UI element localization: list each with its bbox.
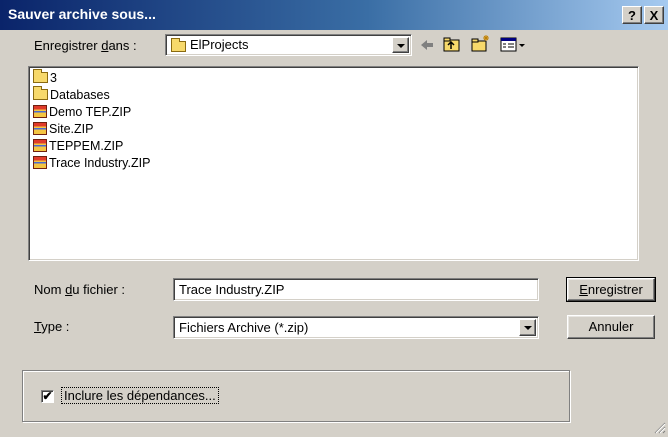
chevron-down-icon[interactable] [519, 319, 536, 336]
back-arrow-icon[interactable] [418, 36, 436, 54]
type-label: Type : [34, 319, 70, 334]
save-in-value: ElProjects [190, 37, 249, 52]
folder-icon [33, 69, 48, 83]
view-menu-icon[interactable] [500, 36, 526, 54]
list-item[interactable]: Demo TEP.ZIP [33, 104, 131, 120]
new-folder-icon[interactable] [470, 33, 492, 55]
chevron-down-icon[interactable] [392, 37, 409, 53]
close-button[interactable]: X [644, 6, 664, 24]
window-title: Sauver archive sous... [8, 6, 156, 22]
save-button[interactable]: Enregistrer [566, 277, 656, 302]
zip-archive-icon [33, 156, 47, 169]
filename-label: Nom du fichier : [34, 282, 126, 297]
cancel-button[interactable]: Annuler [567, 315, 655, 339]
help-button[interactable]: ? [622, 6, 642, 24]
type-value: Fichiers Archive (*.zip) [179, 320, 309, 335]
zip-archive-icon [33, 105, 47, 118]
filename-value: Trace Industry.ZIP [179, 282, 285, 297]
zip-archive-icon [33, 139, 47, 152]
up-folder-icon[interactable] [442, 35, 462, 55]
type-select[interactable]: Fichiers Archive (*.zip) [173, 316, 539, 339]
list-item[interactable]: 3 [33, 69, 57, 86]
list-item[interactable]: Site.ZIP [33, 121, 93, 137]
list-item[interactable]: Databases [33, 86, 110, 103]
resize-grip-icon[interactable] [652, 420, 666, 434]
list-item[interactable]: Trace Industry.ZIP [33, 155, 150, 171]
include-deps-checkbox[interactable]: ✔ [41, 390, 54, 403]
folder-icon [171, 38, 188, 54]
zip-archive-icon [33, 122, 47, 135]
save-in-label: Enregistrer dans : [34, 38, 137, 53]
folder-icon [33, 86, 48, 100]
file-list[interactable]: 3 Databases Demo TEP.ZIP Site.ZIP TEPPEM… [28, 66, 639, 261]
list-item[interactable]: TEPPEM.ZIP [33, 138, 123, 154]
save-in-combo[interactable]: ElProjects [165, 34, 412, 56]
include-deps-label[interactable]: Inclure les dépendances... [61, 387, 219, 404]
filename-input[interactable]: Trace Industry.ZIP [173, 278, 539, 301]
